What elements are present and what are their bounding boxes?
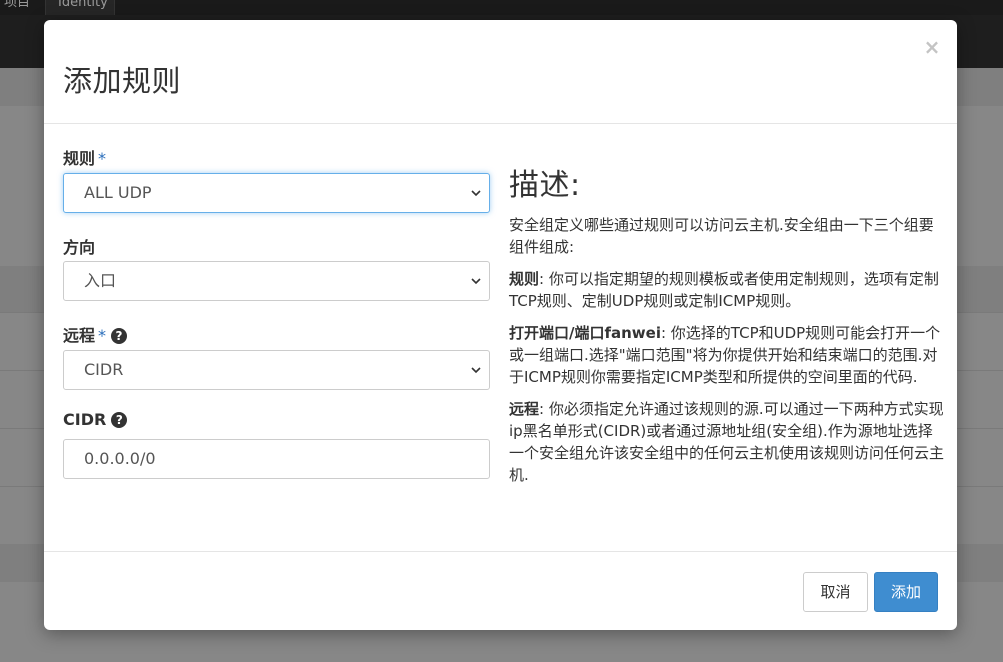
remote-select[interactable]: CIDR [63, 350, 490, 390]
remote-label-text: 远程 [63, 326, 96, 345]
required-mark: * [98, 326, 107, 345]
help-icon[interactable]: ? [111, 328, 128, 344]
chevron-down-icon [471, 190, 481, 197]
cidr-label-text: CIDR [63, 410, 107, 429]
description-port: 打开端口/端口fanwei: 你选择的TCP和UDP规则可能会打开一个或一组端口… [509, 322, 945, 388]
description-panel: 描述: 安全组定义哪些通过规则可以访问云主机.安全组由一下三个组要组件组成: 规… [509, 160, 945, 496]
cidr-input[interactable]: 0.0.0.0/0 [63, 439, 490, 479]
description-intro: 安全组定义哪些通过规则可以访问云主机.安全组由一下三个组要组件组成: [509, 216, 934, 256]
top-bar: 项目 Identity [0, 0, 1003, 15]
description-rule-term: 规则 [509, 270, 540, 288]
tab-project[interactable]: 项目 [0, 0, 45, 15]
rule-label: 规则 * [63, 145, 106, 169]
cidr-input-value: 0.0.0.0/0 [84, 449, 156, 468]
required-mark: * [98, 149, 107, 168]
chevron-down-icon [471, 278, 481, 285]
direction-select-value: 入口 [84, 271, 117, 290]
description-port-term: 打开端口/端口fanwei [509, 324, 661, 342]
description-remote: 远程: 你必须指定允许通过该规则的源.可以通过一下两种方式实现ip黑名单形式(C… [509, 398, 945, 486]
description-rule-text: : 你可以指定期望的规则模板或者使用定制规则，选项有定制TCP规则、定制UDP规… [509, 270, 939, 310]
dialog-footer: 取消 添加 [44, 551, 957, 630]
close-icon[interactable]: × [923, 36, 941, 58]
add-button[interactable]: 添加 [874, 572, 938, 612]
cidr-label: CIDR? [63, 410, 128, 429]
direction-label-text: 方向 [63, 238, 96, 257]
help-icon[interactable]: ? [111, 412, 128, 428]
remote-select-value: CIDR [84, 360, 124, 379]
description-remote-term: 远程 [509, 400, 540, 418]
direction-select[interactable]: 入口 [63, 261, 490, 301]
chevron-down-icon [471, 367, 481, 374]
dialog-header: 添加规则 × [44, 20, 957, 124]
tab-identity[interactable]: Identity [45, 0, 115, 15]
rule-select[interactable]: ALL UDP [63, 173, 490, 213]
description-remote-text: : 你必须指定允许通过该规则的源.可以通过一下两种方式实现ip黑名单形式(CID… [509, 400, 945, 484]
rule-label-text: 规则 [63, 149, 96, 168]
description-rule: 规则: 你可以指定期望的规则模板或者使用定制规则，选项有定制TCP规则、定制UD… [509, 268, 945, 312]
description-title: 描述: [509, 168, 581, 203]
dialog-title: 添加规则 [63, 64, 182, 98]
direction-label: 方向 [63, 234, 95, 258]
rule-select-value: ALL UDP [84, 183, 152, 202]
add-rule-dialog: 添加规则 × 规则 * ALL UDP 方向 入口 远程 *? CIDR CIDR?… [44, 20, 957, 630]
cancel-button[interactable]: 取消 [803, 572, 868, 612]
remote-label: 远程 *? [63, 322, 128, 346]
